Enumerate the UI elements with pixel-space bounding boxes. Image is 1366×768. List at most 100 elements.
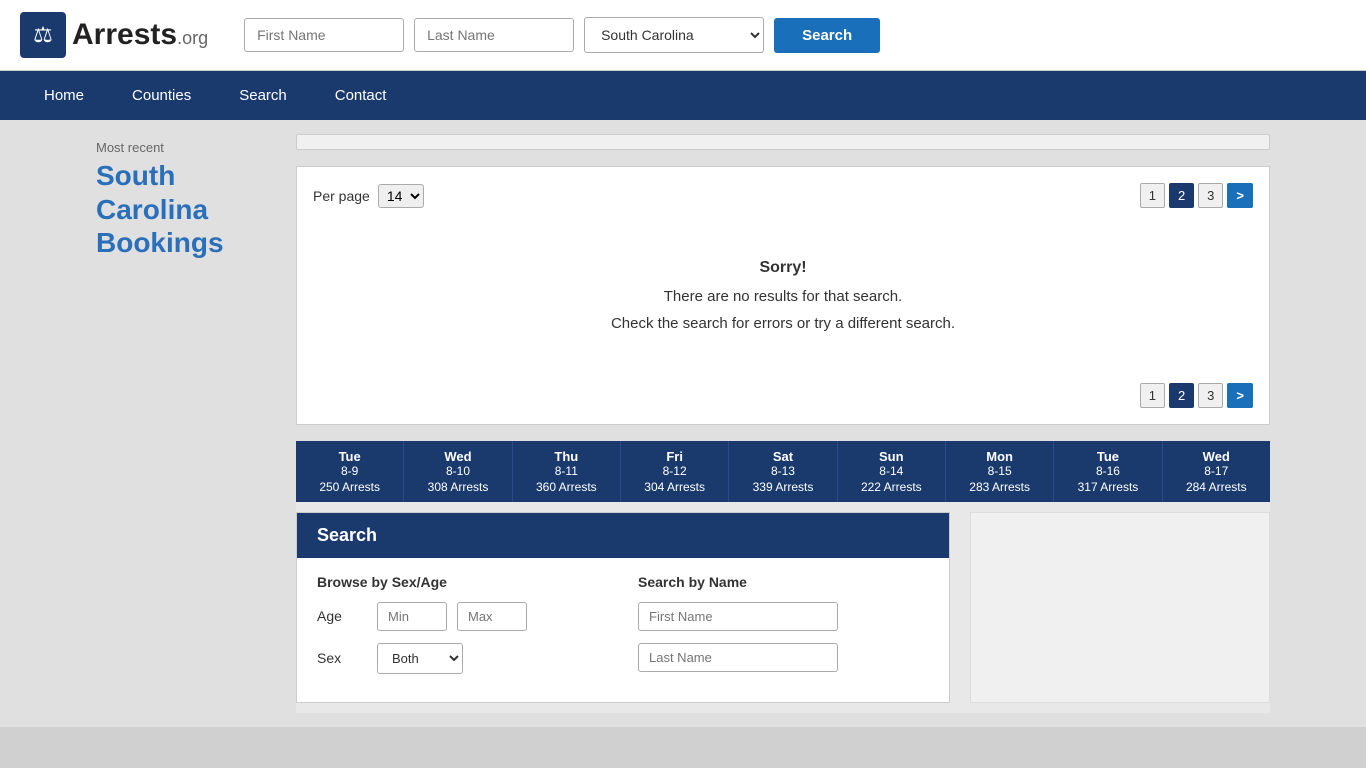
date-day: Thu bbox=[523, 449, 610, 464]
per-page-select[interactable]: 10 14 25 50 bbox=[378, 184, 424, 208]
scroll-area[interactable] bbox=[296, 134, 1270, 150]
page-1[interactable]: 1 bbox=[1140, 183, 1165, 208]
error-message: Sorry! There are no results for that sea… bbox=[313, 224, 1253, 367]
date-num: 8-10 bbox=[414, 464, 501, 478]
state-title-line3: Bookings bbox=[96, 227, 224, 258]
logo[interactable]: ⚖ Arrests.org bbox=[20, 12, 208, 58]
date-col-8-10[interactable]: Wed 8-10 308 Arrests bbox=[404, 441, 512, 502]
page-next[interactable]: > bbox=[1227, 183, 1253, 208]
header-state-select[interactable]: South Carolina Alabama Alaska Arizona Ar… bbox=[584, 17, 764, 53]
date-num: 8-16 bbox=[1064, 464, 1151, 478]
logo-icon: ⚖ bbox=[20, 12, 66, 58]
search-first-name-input[interactable] bbox=[638, 602, 838, 631]
search-widget-body: Browse by Sex/Age Age Sex Both Male bbox=[297, 558, 949, 702]
per-page-row: Per page 10 14 25 50 1 2 3 > bbox=[313, 183, 1253, 208]
browse-section: Browse by Sex/Age Age Sex Both Male bbox=[317, 574, 608, 686]
state-title-line2: Carolina bbox=[96, 194, 208, 225]
header-last-name-input[interactable] bbox=[414, 18, 574, 52]
sex-label: Sex bbox=[317, 650, 367, 666]
per-page-label: Per page 10 14 25 50 bbox=[313, 184, 424, 208]
name-search-section: Search by Name bbox=[638, 574, 929, 686]
date-arrests: 222 Arrests bbox=[848, 480, 935, 494]
date-num: 8-17 bbox=[1173, 464, 1260, 478]
name-search-label: Search by Name bbox=[638, 574, 929, 590]
age-max-input[interactable] bbox=[457, 602, 527, 631]
logo-text: Arrests.org bbox=[72, 18, 208, 52]
date-num: 8-15 bbox=[956, 464, 1043, 478]
ad-area bbox=[970, 512, 1270, 703]
site-header: ⚖ Arrests.org South Carolina Alabama Ala… bbox=[0, 0, 1366, 71]
logo-name: Arrests bbox=[72, 18, 177, 51]
sex-row: Sex Both Male Female bbox=[317, 643, 608, 674]
nav-item-home[interactable]: Home bbox=[20, 71, 108, 120]
results-box: Per page 10 14 25 50 1 2 3 > bbox=[296, 166, 1270, 425]
date-day: Sun bbox=[848, 449, 935, 464]
main-nav: Home Counties Search Contact bbox=[0, 71, 1366, 120]
date-num: 8-9 bbox=[306, 464, 393, 478]
date-col-8-9[interactable]: Tue 8-9 250 Arrests bbox=[296, 441, 404, 502]
search-last-name-row bbox=[638, 643, 929, 672]
date-day: Mon bbox=[956, 449, 1043, 464]
right-content: Per page 10 14 25 50 1 2 3 > bbox=[280, 120, 1286, 727]
pagination-top: 1 2 3 > bbox=[1140, 183, 1253, 208]
date-day: Tue bbox=[306, 449, 393, 464]
per-page-text: Per page bbox=[313, 188, 370, 204]
page-bottom-2[interactable]: 2 bbox=[1169, 383, 1194, 408]
date-arrests: 317 Arrests bbox=[1064, 480, 1151, 494]
date-arrests: 308 Arrests bbox=[414, 480, 501, 494]
date-col-8-15[interactable]: Mon 8-15 283 Arrests bbox=[946, 441, 1054, 502]
pagination-bottom: 1 2 3 > bbox=[1140, 383, 1253, 408]
browse-label: Browse by Sex/Age bbox=[317, 574, 608, 590]
date-num: 8-14 bbox=[848, 464, 935, 478]
date-arrests: 284 Arrests bbox=[1173, 480, 1260, 494]
logo-suffix: .org bbox=[177, 28, 208, 48]
dates-bar: Tue 8-9 250 Arrests Wed 8-10 308 Arrests… bbox=[296, 441, 1270, 502]
date-num: 8-11 bbox=[523, 464, 610, 478]
search-widget-title: Search bbox=[317, 525, 929, 546]
search-widget: Search Browse by Sex/Age Age Sex bbox=[296, 512, 950, 703]
nav-item-search[interactable]: Search bbox=[215, 71, 311, 120]
date-arrests: 283 Arrests bbox=[956, 480, 1043, 494]
age-label: Age bbox=[317, 608, 367, 624]
date-col-8-13[interactable]: Sat 8-13 339 Arrests bbox=[729, 441, 837, 502]
content-body: Most recent South Carolina Bookings Per … bbox=[0, 120, 1366, 727]
date-num: 8-12 bbox=[631, 464, 718, 478]
age-min-input[interactable] bbox=[377, 602, 447, 631]
error-line1: There are no results for that search. bbox=[333, 283, 1233, 310]
date-day: Wed bbox=[414, 449, 501, 464]
header-search-form: South Carolina Alabama Alaska Arizona Ar… bbox=[244, 17, 880, 53]
date-day: Wed bbox=[1173, 449, 1260, 464]
date-col-8-11[interactable]: Thu 8-11 360 Arrests bbox=[513, 441, 621, 502]
date-day: Sat bbox=[739, 449, 826, 464]
age-row: Age bbox=[317, 602, 608, 631]
date-col-8-14[interactable]: Sun 8-14 222 Arrests bbox=[838, 441, 946, 502]
nav-item-counties[interactable]: Counties bbox=[108, 71, 215, 120]
date-day: Tue bbox=[1064, 449, 1151, 464]
date-col-8-12[interactable]: Fri 8-12 304 Arrests bbox=[621, 441, 729, 502]
error-line2: Check the search for errors or try a dif… bbox=[333, 310, 1233, 337]
date-col-8-16[interactable]: Tue 8-16 317 Arrests bbox=[1054, 441, 1162, 502]
page-3[interactable]: 3 bbox=[1198, 183, 1223, 208]
left-panel: Most recent South Carolina Bookings bbox=[80, 120, 280, 727]
date-col-8-17[interactable]: Wed 8-17 284 Arrests bbox=[1163, 441, 1270, 502]
page-bottom-next[interactable]: > bbox=[1227, 383, 1253, 408]
date-num: 8-13 bbox=[739, 464, 826, 478]
date-arrests: 250 Arrests bbox=[306, 480, 393, 494]
page-bottom-1[interactable]: 1 bbox=[1140, 383, 1165, 408]
search-first-name-row bbox=[638, 602, 929, 631]
date-day: Fri bbox=[631, 449, 718, 464]
most-recent-label: Most recent bbox=[96, 140, 264, 155]
page-bottom-3[interactable]: 3 bbox=[1198, 383, 1223, 408]
date-arrests: 360 Arrests bbox=[523, 480, 610, 494]
state-title-line1: South bbox=[96, 160, 175, 191]
page-2[interactable]: 2 bbox=[1169, 183, 1194, 208]
date-arrests: 304 Arrests bbox=[631, 480, 718, 494]
bottom-section: Search Browse by Sex/Age Age Sex bbox=[296, 502, 1270, 713]
search-widget-header: Search bbox=[297, 513, 949, 558]
header-search-button[interactable]: Search bbox=[774, 18, 880, 53]
sex-select[interactable]: Both Male Female bbox=[377, 643, 463, 674]
header-first-name-input[interactable] bbox=[244, 18, 404, 52]
search-last-name-input[interactable] bbox=[638, 643, 838, 672]
state-title: South Carolina Bookings bbox=[96, 159, 264, 260]
nav-item-contact[interactable]: Contact bbox=[311, 71, 411, 120]
